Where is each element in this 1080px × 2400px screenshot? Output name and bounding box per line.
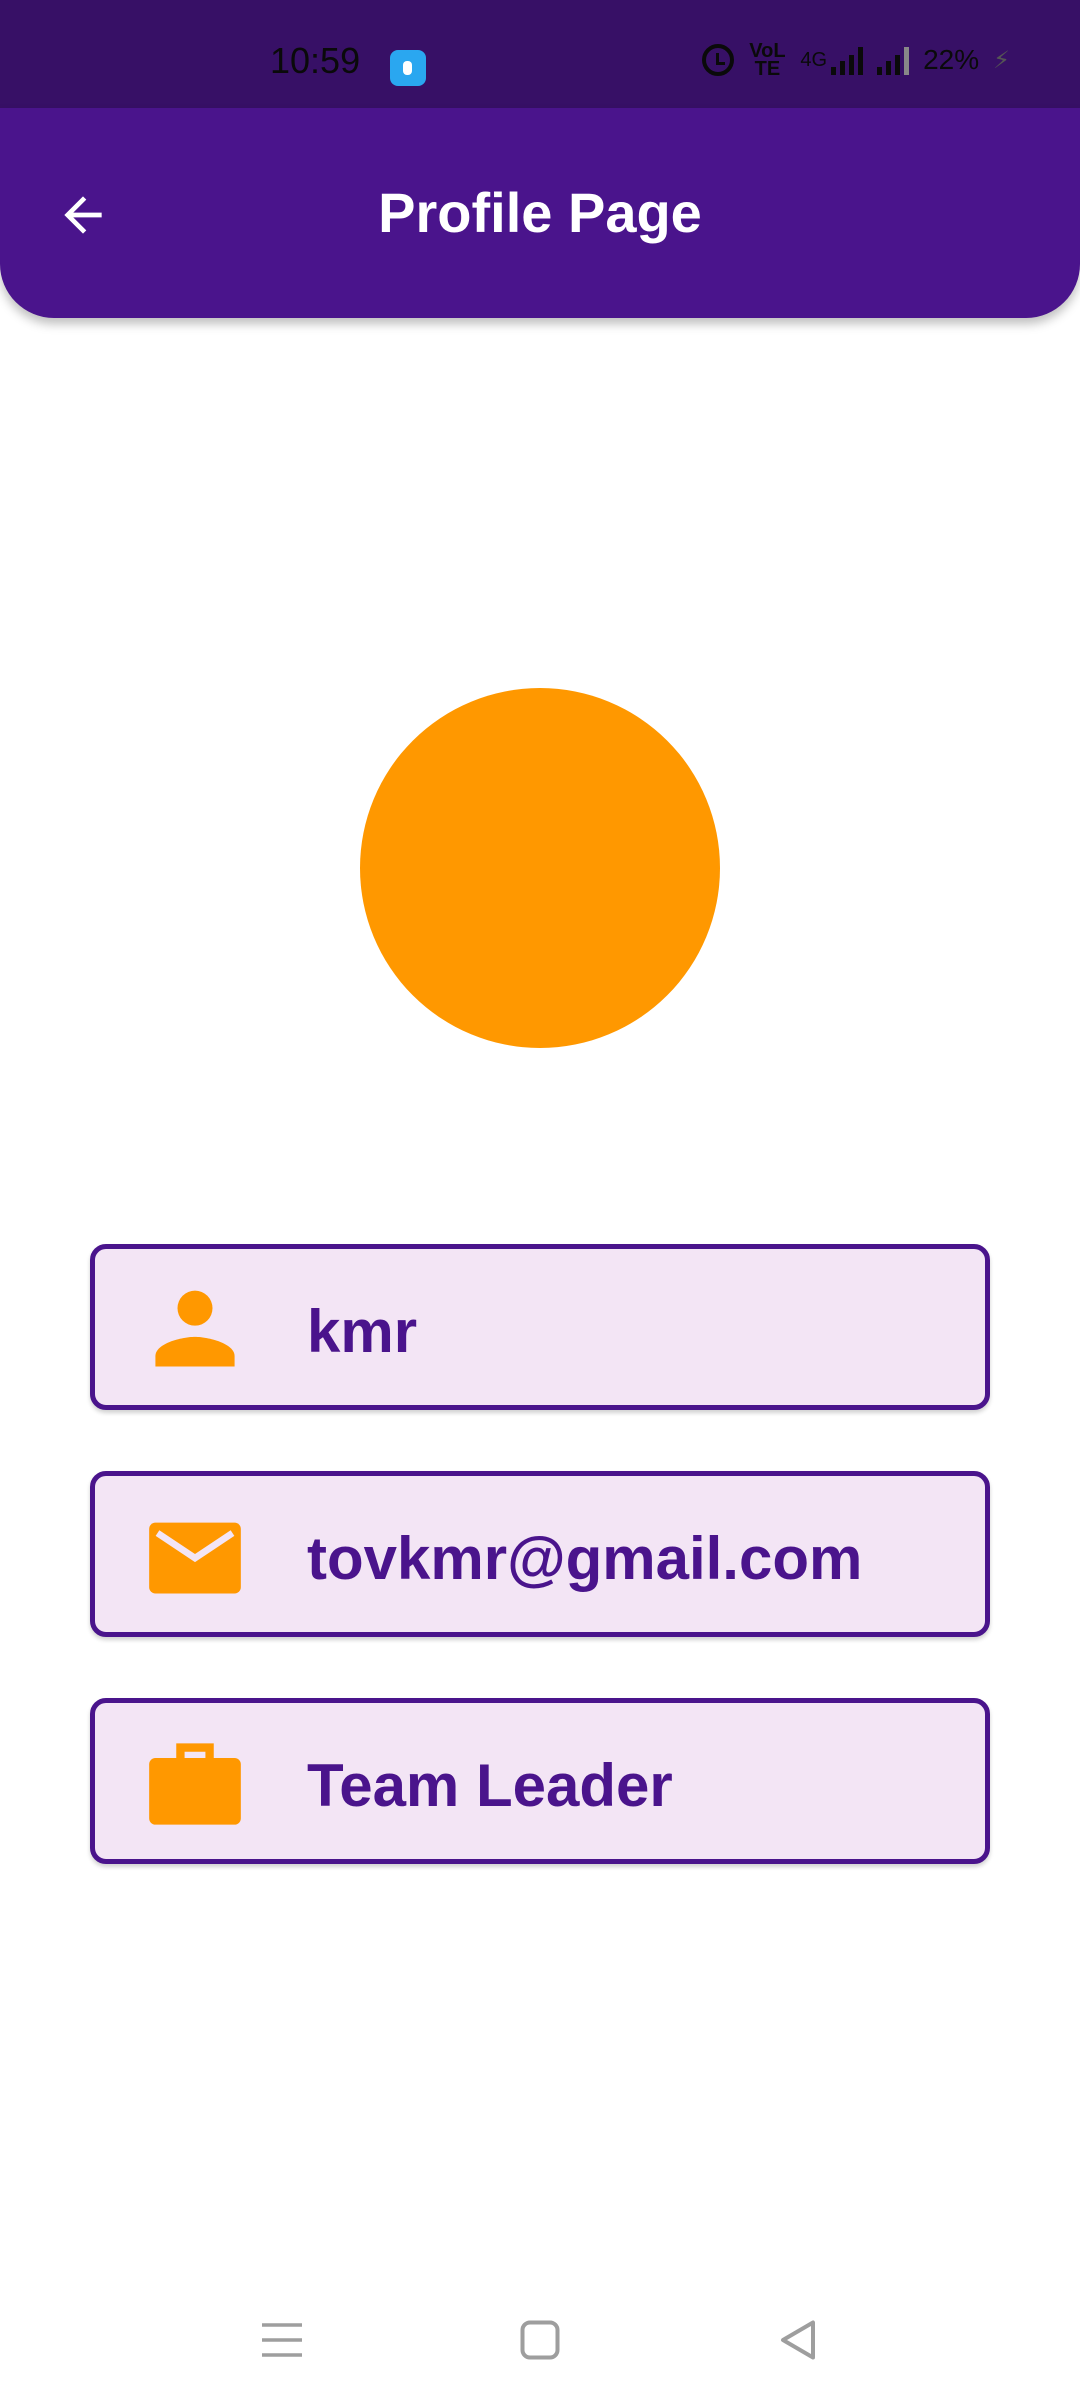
status-bar: 10:59 VoL TE 4G 22% ⚡ [0,0,1080,108]
volte-icon: VoL TE [749,40,786,80]
profile-name: kmr [307,1298,418,1365]
name-card: kmr [90,1244,990,1410]
person-icon [155,1290,235,1367]
app-notification-icon [390,50,426,86]
role-card: Team Leader [90,1698,990,1864]
profile-role: Team Leader [307,1752,673,1819]
email-card: tovkmr@gmail.com [90,1471,990,1637]
home-square-icon[interactable] [510,2310,570,2370]
status-icons: VoL TE 4G 22% ⚡ [702,40,1010,80]
battery-level: 22% [923,44,980,75]
app-bar: Profile Page [0,108,1080,318]
profile-email: tovkmr@gmail.com [307,1525,863,1592]
system-navigation-bar [0,2280,1080,2400]
charging-icon: ⚡ [993,46,1010,74]
page-title: Profile Page [378,181,702,244]
status-time: 10:59 [270,40,361,81]
network-type: 4G [800,48,828,71]
back-triangle-icon[interactable] [768,2310,828,2370]
mail-icon [149,1522,241,1594]
signal-icon-2 [877,45,910,75]
avatar [360,688,720,1048]
briefcase-icon [149,1743,241,1825]
alarm-icon [702,44,735,76]
menu-icon[interactable] [252,2310,312,2370]
signal-icon [831,45,864,75]
